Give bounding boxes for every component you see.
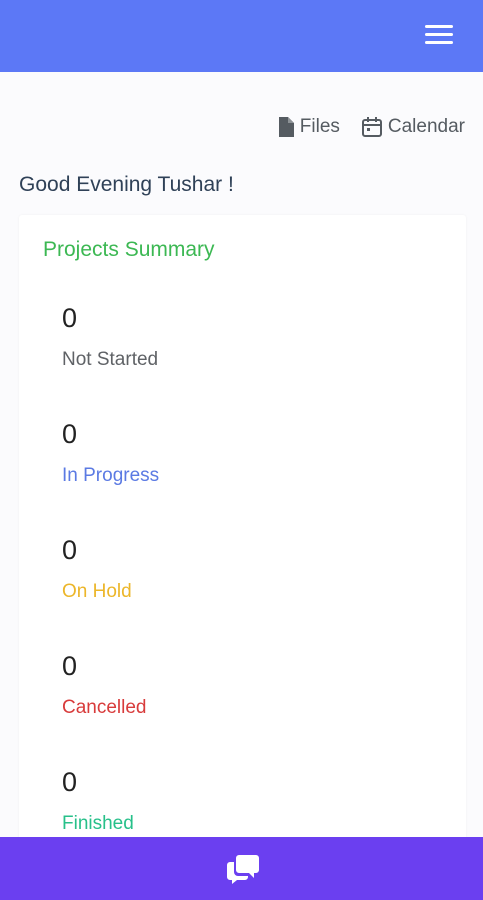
stat-label: On Hold: [62, 581, 132, 602]
file-icon: [278, 117, 294, 137]
stat-label: Cancelled: [62, 697, 147, 718]
bottom-app-bar: [0, 837, 483, 900]
stat-not-started[interactable]: 0 Not Started: [62, 303, 362, 371]
stat-label: Not Started: [62, 349, 159, 370]
greeting-text: Good Evening Tushar !: [19, 173, 234, 196]
calendar-label: Calendar: [387, 116, 465, 137]
menu-line: [425, 25, 453, 28]
files-label: Files: [299, 116, 340, 137]
calendar-link[interactable]: Calendar: [361, 116, 465, 138]
dashboard-content: Files Calendar Good Evening Tushar ! Pro…: [0, 72, 483, 837]
stat-count: 0: [62, 419, 78, 449]
stat-count: 0: [62, 651, 78, 681]
chat-button[interactable]: [226, 851, 260, 885]
hamburger-menu-icon[interactable]: [425, 25, 453, 45]
menu-line: [425, 33, 453, 36]
stat-count: 0: [62, 535, 78, 565]
stat-on-hold[interactable]: 0 On Hold: [62, 535, 362, 603]
stat-cancelled[interactable]: 0 Cancelled: [62, 651, 362, 719]
stat-count: 0: [62, 303, 78, 333]
stat-count: 0: [62, 767, 78, 797]
stat-label: Finished: [62, 813, 134, 834]
projects-summary-card: Projects Summary 0 Not Started 0 In Prog…: [19, 215, 466, 837]
stat-in-progress[interactable]: 0 In Progress: [62, 419, 362, 487]
menu-line: [425, 41, 453, 44]
top-app-bar: [0, 0, 483, 72]
projects-summary-title: Projects Summary: [43, 238, 215, 261]
quick-links: Files Calendar: [278, 116, 465, 138]
stat-label: In Progress: [62, 465, 160, 486]
calendar-icon: [361, 117, 382, 137]
files-link[interactable]: Files: [278, 116, 340, 138]
stat-finished[interactable]: 0 Finished: [62, 767, 362, 835]
chat-bubbles-icon: [227, 855, 259, 884]
